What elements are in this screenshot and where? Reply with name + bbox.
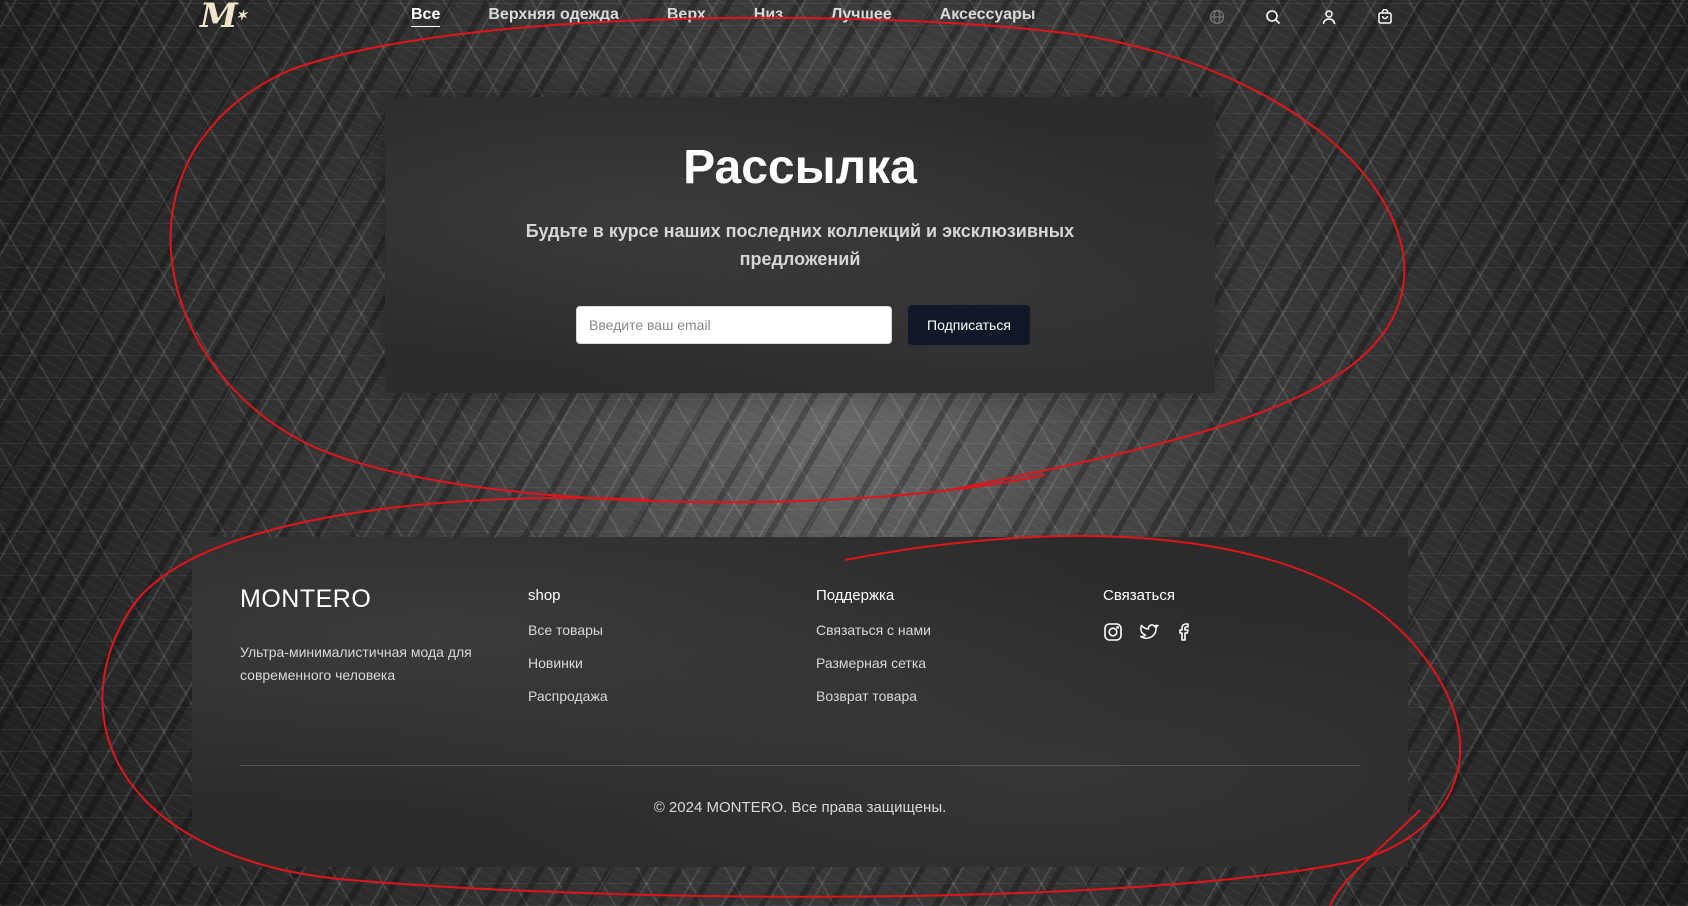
subscribe-button[interactable]: Подписаться (908, 305, 1030, 345)
site-footer: MONTERO Ультра-минималистичная мода для … (192, 537, 1408, 867)
logo-text: M (200, 0, 238, 36)
instagram-icon[interactable] (1103, 622, 1123, 642)
globe-icon[interactable] (1208, 8, 1226, 26)
nav-item-best[interactable]: Лучшее (831, 6, 892, 27)
nav-item-bottoms[interactable]: Низ (754, 6, 783, 27)
nav-item-accessories[interactable]: Аксессуары (940, 6, 1036, 27)
header-icons (1208, 8, 1394, 26)
user-icon[interactable] (1320, 8, 1338, 26)
footer-link-new[interactable]: Новинки (528, 655, 608, 671)
footer-column-title: Поддержка (816, 587, 895, 604)
nav-item-outerwear[interactable]: Верхняя одежда (488, 6, 619, 27)
footer-link-size-chart[interactable]: Размерная сетка (816, 655, 931, 671)
newsletter-section: Рассылка Будьте в курсе наших последних … (385, 97, 1215, 393)
logo-star-icon: ✶ (235, 8, 248, 24)
newsletter-subtitle: Будьте в курсе наших последних коллекций… (525, 221, 1075, 269)
footer-column-shop: shop Все товары Новинки Распродажа (528, 587, 608, 721)
footer-column-support: Поддержка Связаться с нами Размерная сет… (816, 587, 931, 721)
email-field[interactable] (576, 306, 892, 344)
footer-column-connect: Связаться (1103, 587, 1195, 642)
twitter-icon[interactable] (1139, 622, 1159, 642)
footer-link-contact[interactable]: Связаться с нами (816, 622, 931, 638)
copyright: © 2024 MONTERO. Все права защищены. (653, 799, 947, 816)
footer-link-sale[interactable]: Распродажа (528, 688, 608, 704)
nav-item-tops[interactable]: Верх (667, 6, 706, 27)
footer-column-title: Связаться (1103, 587, 1175, 604)
footer-brand: MONTERO (240, 585, 372, 613)
main-nav: Все Верхняя одежда Верх Низ Лучшее Аксес… (411, 6, 1083, 27)
search-icon[interactable] (1264, 8, 1282, 26)
facebook-icon[interactable] (1175, 622, 1195, 642)
footer-divider (240, 765, 1360, 766)
footer-link-all-products[interactable]: Все товары (528, 622, 608, 638)
footer-link-returns[interactable]: Возврат товара (816, 688, 931, 704)
footer-tagline: Ультра-минималистичная мода для современ… (240, 644, 472, 683)
logo[interactable]: M✶ (200, 0, 248, 33)
site-header: M✶ Все Верхняя одежда Верх Низ Лучшее Ак… (0, 0, 1688, 36)
nav-item-all[interactable]: Все (411, 6, 441, 27)
newsletter-title: Рассылка (683, 141, 917, 194)
cart-icon[interactable] (1376, 8, 1394, 26)
social-links (1103, 622, 1195, 642)
footer-column-title: shop (528, 587, 561, 604)
newsletter-form: Подписаться (576, 305, 1030, 345)
